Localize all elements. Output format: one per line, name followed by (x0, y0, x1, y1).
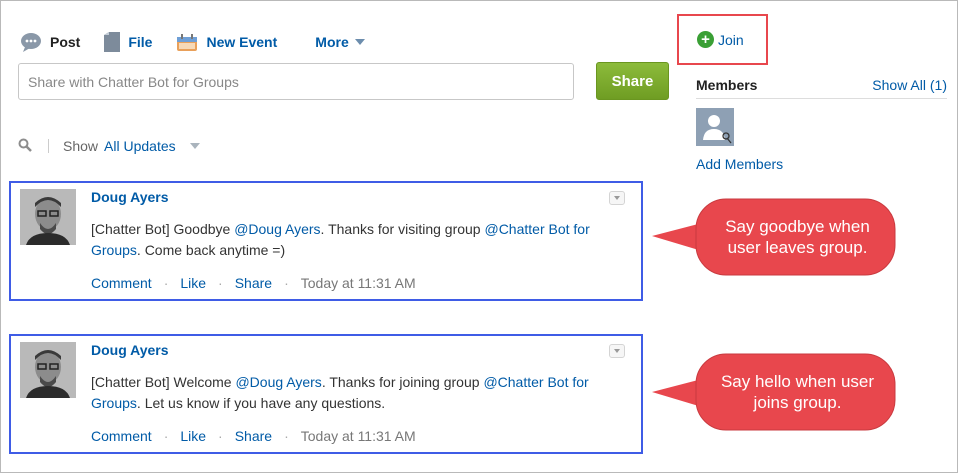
divider (48, 139, 49, 153)
feed-item: Doug Ayers [Chatter Bot] Goodbye @Doug A… (9, 181, 643, 301)
tab-more[interactable]: More (315, 34, 365, 50)
avatar[interactable] (20, 189, 76, 245)
plus-circle-icon: + (697, 31, 714, 48)
comment-link[interactable]: Comment (91, 428, 152, 444)
post-timestamp[interactable]: Today at 11:31 AM (301, 428, 416, 444)
mention-link[interactable]: @Doug Ayers (234, 221, 320, 237)
tab-more-label: More (315, 34, 349, 50)
separator-dot: · (284, 428, 289, 444)
tab-file-label: File (128, 34, 153, 50)
post-timestamp[interactable]: Today at 11:31 AM (301, 275, 416, 291)
share-link[interactable]: Share (235, 428, 272, 444)
post-text: . Let us know if you have any questions. (136, 395, 386, 411)
callout-text: Say goodbye when user leaves group. (725, 217, 870, 257)
add-members-link[interactable]: Add Members (696, 156, 783, 172)
member-avatar[interactable] (696, 108, 734, 146)
callout-hello: Say hello when user joins group. (652, 353, 896, 431)
members-title: Members (696, 77, 758, 93)
share-button[interactable]: Share (596, 62, 669, 100)
separator-dot: · (218, 428, 223, 444)
search-icon[interactable] (18, 138, 32, 155)
post-author[interactable]: Doug Ayers (91, 189, 169, 205)
avatar[interactable] (20, 342, 76, 398)
show-all-members-link[interactable]: Show All (1) (872, 77, 947, 93)
like-link[interactable]: Like (180, 275, 206, 291)
calendar-event-icon (176, 32, 198, 52)
tab-file[interactable]: File (104, 32, 152, 52)
chevron-down-icon[interactable] (189, 143, 200, 149)
feed-item: Doug Ayers [Chatter Bot] Welcome @Doug A… (9, 334, 643, 454)
separator-dot: · (218, 275, 223, 291)
members-header: Members Show All (1) (696, 77, 947, 99)
callout-text: Say hello when user joins group. (720, 372, 875, 412)
post-text: . Thanks for visiting group (320, 221, 485, 237)
post-actions: Comment · Like · Share · Today at 11:31 … (91, 275, 416, 291)
tab-new-event-label: New Event (206, 34, 278, 50)
post-menu-button[interactable] (609, 191, 625, 205)
like-link[interactable]: Like (180, 428, 206, 444)
post-text: [Chatter Bot] Welcome (91, 374, 236, 390)
tab-new-event[interactable]: New Event (176, 32, 277, 52)
tab-post-label: Post (50, 34, 81, 50)
separator-dot: · (284, 275, 289, 291)
post-text: . Come back anytime =) (136, 242, 286, 258)
file-icon (104, 32, 121, 52)
post-actions: Comment · Like · Share · Today at 11:31 … (91, 428, 416, 444)
post-text: [Chatter Bot] Goodbye (91, 221, 235, 237)
separator-dot: · (163, 428, 169, 444)
show-label: Show (63, 138, 99, 154)
share-link[interactable]: Share (235, 275, 272, 291)
share-input[interactable] (18, 63, 574, 100)
feed-filter: Show All Updates (18, 135, 200, 157)
publisher-tabs: Post File New Event More (20, 30, 389, 54)
post-text: . Thanks for joining group (321, 374, 484, 390)
chevron-down-icon (614, 349, 620, 353)
post-menu-button[interactable] (609, 344, 625, 358)
join-group-button[interactable]: + Join (677, 14, 768, 65)
post-body: [Chatter Bot] Goodbye @Doug Ayers. Thank… (91, 219, 611, 261)
speech-bubble-icon (20, 32, 42, 52)
callout-goodbye: Say goodbye when user leaves group. (652, 198, 896, 276)
post-author[interactable]: Doug Ayers (91, 342, 169, 358)
post-body: [Chatter Bot] Welcome @Doug Ayers. Thank… (91, 372, 611, 414)
filter-dropdown[interactable]: All Updates (104, 138, 176, 154)
comment-link[interactable]: Comment (91, 275, 152, 291)
chevron-down-icon (614, 196, 620, 200)
separator-dot: · (163, 275, 169, 291)
tab-post[interactable]: Post (20, 32, 80, 52)
chevron-down-icon (354, 39, 365, 45)
mention-link[interactable]: @Doug Ayers (235, 374, 321, 390)
join-label: Join (718, 31, 744, 48)
